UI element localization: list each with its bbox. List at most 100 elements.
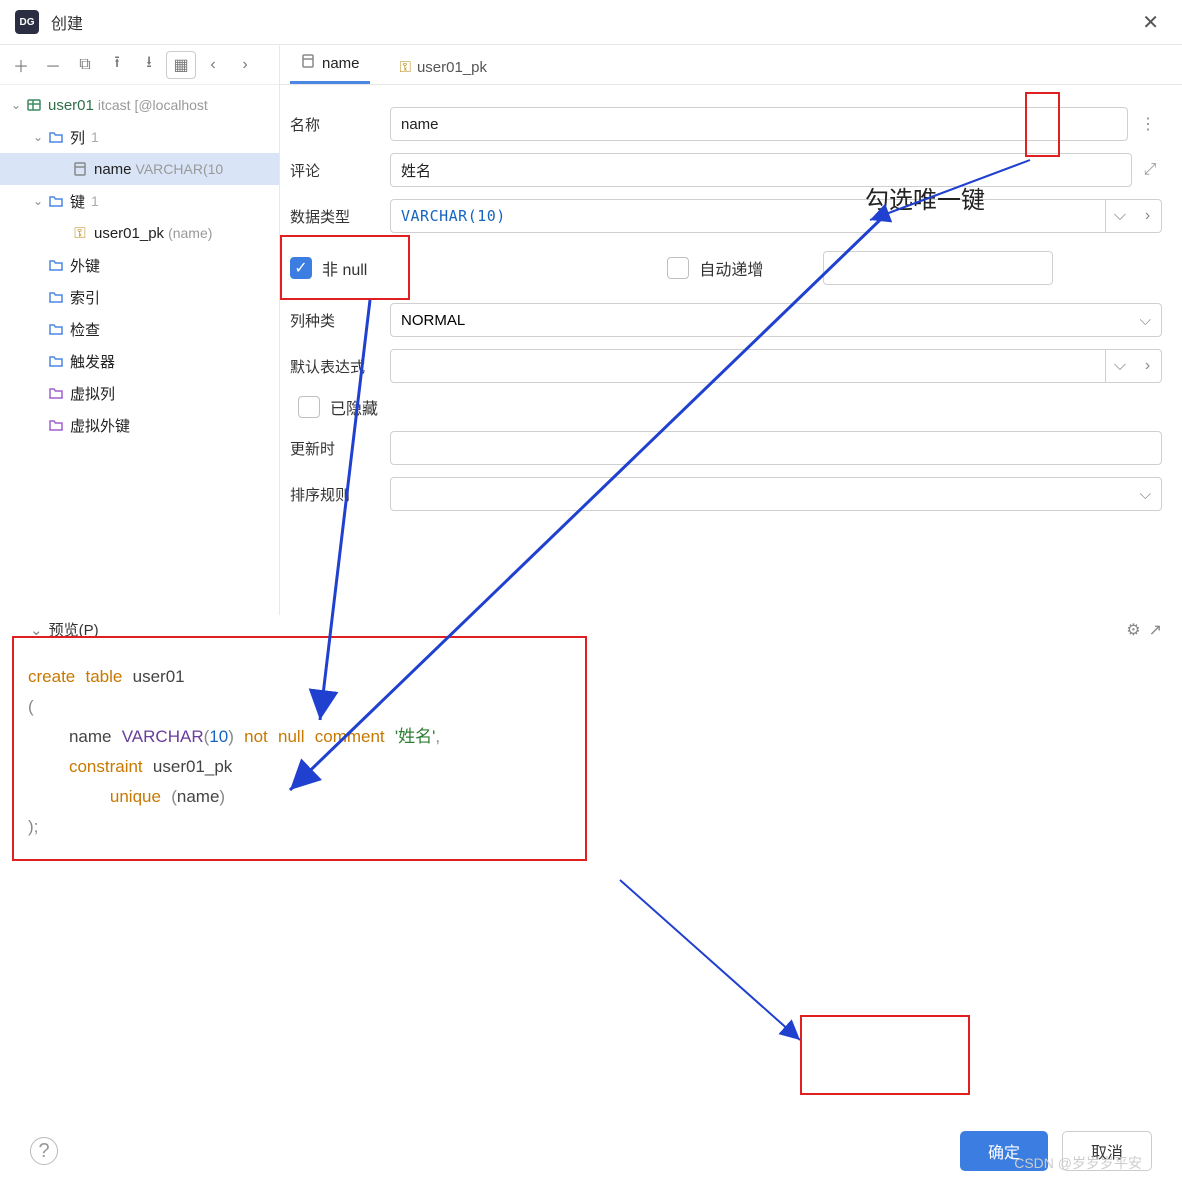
- preview-header: ⌄ 预览(P) ⚙ ↗: [0, 615, 1182, 644]
- cancel-button[interactable]: 取消: [1062, 1131, 1152, 1171]
- table-icon: [24, 97, 44, 113]
- folder-icon: [46, 193, 66, 209]
- default-label: 默认表达式: [290, 356, 390, 377]
- name-label: 名称: [290, 114, 390, 135]
- tree-vfk-label: 虚拟外键: [70, 415, 130, 436]
- tree-columns-label: 列: [70, 127, 85, 148]
- tree-column-name[interactable]: name VARCHAR(10: [0, 153, 279, 185]
- folder-icon: [46, 257, 66, 273]
- autoinc-checkbox[interactable]: [667, 257, 689, 279]
- datatype-label: 数据类型: [290, 206, 390, 227]
- chevron-down-icon: ⌄: [30, 194, 46, 208]
- comment-label: 评论: [290, 160, 390, 181]
- tree-trg-node[interactable]: 触发器: [0, 345, 279, 377]
- window-title: 创建: [51, 10, 83, 34]
- close-icon[interactable]: ✕: [1134, 6, 1167, 39]
- notnull-label: 非 null: [322, 256, 367, 280]
- tree-pk-node[interactable]: ⚿ user01_pk (name): [0, 217, 279, 249]
- sidebar-toolbar: ＋ － ⧉ ⭱ ⭳ ▦ ‹ ›: [0, 45, 279, 85]
- hidden-label: 已隐藏: [330, 395, 378, 419]
- chevron-down-icon: ⌄: [8, 98, 24, 112]
- next-icon[interactable]: ›: [230, 51, 260, 79]
- hidden-checkbox[interactable]: [298, 396, 320, 418]
- chevron-down-icon[interactable]: ⌄: [30, 621, 43, 639]
- tree-columns-count: 1: [91, 129, 99, 145]
- ok-button[interactable]: 确定: [960, 1131, 1048, 1171]
- comment-input[interactable]: [390, 153, 1132, 187]
- title-bar: DG 创建 ✕: [0, 0, 1182, 45]
- move-up-icon[interactable]: ⭱: [102, 51, 132, 79]
- tree-pk-label: user01_pk: [94, 225, 164, 242]
- sidebar: ＋ － ⧉ ⭱ ⭳ ▦ ‹ › ⌄ user01 itcast [@localh…: [0, 45, 280, 615]
- column-icon: [300, 53, 316, 73]
- more-icon[interactable]: ⋮: [1134, 107, 1162, 141]
- tree-keys-label: 键: [70, 191, 85, 212]
- tree-pk-sub: (name): [168, 225, 212, 241]
- datatype-next-icon[interactable]: ›: [1134, 199, 1162, 233]
- key-icon: ⚿: [70, 225, 90, 242]
- collation-label: 排序规则: [290, 484, 390, 505]
- update-input[interactable]: [390, 431, 1162, 465]
- layout-icon[interactable]: ▦: [166, 51, 196, 79]
- tree-table-node[interactable]: ⌄ user01 itcast [@localhost: [0, 89, 279, 121]
- datatype-dropdown-icon[interactable]: ⌵: [1106, 199, 1134, 233]
- tree-trg-label: 触发器: [70, 351, 115, 372]
- content-area: name ⚿ user01_pk 名称 ⋮ 评论 ⤢ 数据类型 ⌵: [280, 45, 1182, 615]
- folder-icon: [46, 385, 66, 401]
- tree-column-label: name: [94, 161, 132, 178]
- update-label: 更新时: [290, 438, 390, 459]
- tree-keys-count: 1: [91, 193, 99, 209]
- help-icon[interactable]: ?: [30, 1137, 58, 1165]
- add-icon[interactable]: ＋: [6, 51, 36, 79]
- structure-tree: ⌄ user01 itcast [@localhost ⌄ 列 1 name V…: [0, 85, 279, 615]
- tree-vcol-node[interactable]: 虚拟列: [0, 377, 279, 409]
- expand-icon[interactable]: ⤢: [1138, 158, 1162, 182]
- tree-idx-node[interactable]: 索引: [0, 281, 279, 313]
- datatype-input[interactable]: [390, 199, 1106, 233]
- tree-column-type: VARCHAR(10: [136, 161, 224, 177]
- default-input[interactable]: [390, 349, 1106, 383]
- folder-icon: [46, 129, 66, 145]
- notnull-checkbox[interactable]: ✓: [290, 257, 312, 279]
- sql-preview: create table user01 ( name VARCHAR(10) n…: [10, 644, 1172, 860]
- tab-pk-label: user01_pk: [417, 59, 487, 76]
- chevron-down-icon: ⌄: [30, 130, 46, 144]
- tree-keys-node[interactable]: ⌄ 键 1: [0, 185, 279, 217]
- colkind-select[interactable]: NORMAL: [390, 303, 1162, 337]
- tab-pk[interactable]: ⚿ user01_pk: [390, 51, 497, 84]
- folder-icon: [46, 417, 66, 433]
- tree-idx-label: 索引: [70, 287, 100, 308]
- tab-name[interactable]: name: [290, 45, 370, 84]
- tree-columns-node[interactable]: ⌄ 列 1: [0, 121, 279, 153]
- footer: ? 确定 取消: [0, 1111, 1182, 1191]
- app-logo-icon: DG: [15, 10, 39, 34]
- tree-table-label: user01: [48, 97, 94, 114]
- name-input[interactable]: [390, 107, 1128, 141]
- settings-icon[interactable]: ⚙: [1126, 620, 1140, 640]
- column-form: 名称 ⋮ 评论 ⤢ 数据类型 ⌵ › ✓ 非 null: [280, 85, 1182, 615]
- remove-icon[interactable]: －: [38, 51, 68, 79]
- tree-vfk-node[interactable]: 虚拟外键: [0, 409, 279, 441]
- colkind-label: 列种类: [290, 310, 390, 331]
- move-down-icon[interactable]: ⭳: [134, 51, 164, 79]
- open-external-icon[interactable]: ↗: [1149, 620, 1162, 640]
- tree-fk-node[interactable]: 外键: [0, 249, 279, 281]
- key-icon: ⚿: [400, 59, 411, 76]
- tree-chk-label: 检查: [70, 319, 100, 340]
- collation-select[interactable]: [390, 477, 1162, 511]
- autoinc-label: 自动递增: [699, 256, 763, 280]
- tree-chk-node[interactable]: 检查: [0, 313, 279, 345]
- default-dropdown-icon[interactable]: ⌵: [1106, 349, 1134, 383]
- folder-icon: [46, 353, 66, 369]
- autoinc-input[interactable]: [823, 251, 1053, 285]
- default-next-icon[interactable]: ›: [1134, 349, 1162, 383]
- copy-icon[interactable]: ⧉: [70, 51, 100, 79]
- tab-name-label: name: [322, 55, 360, 72]
- tabs: name ⚿ user01_pk: [280, 45, 1182, 85]
- prev-icon[interactable]: ‹: [198, 51, 228, 79]
- preview-title: 预览(P): [49, 619, 99, 640]
- tree-vcol-label: 虚拟列: [70, 383, 115, 404]
- folder-icon: [46, 321, 66, 337]
- annotation-box: [800, 1015, 970, 1095]
- tree-fk-label: 外键: [70, 255, 100, 276]
